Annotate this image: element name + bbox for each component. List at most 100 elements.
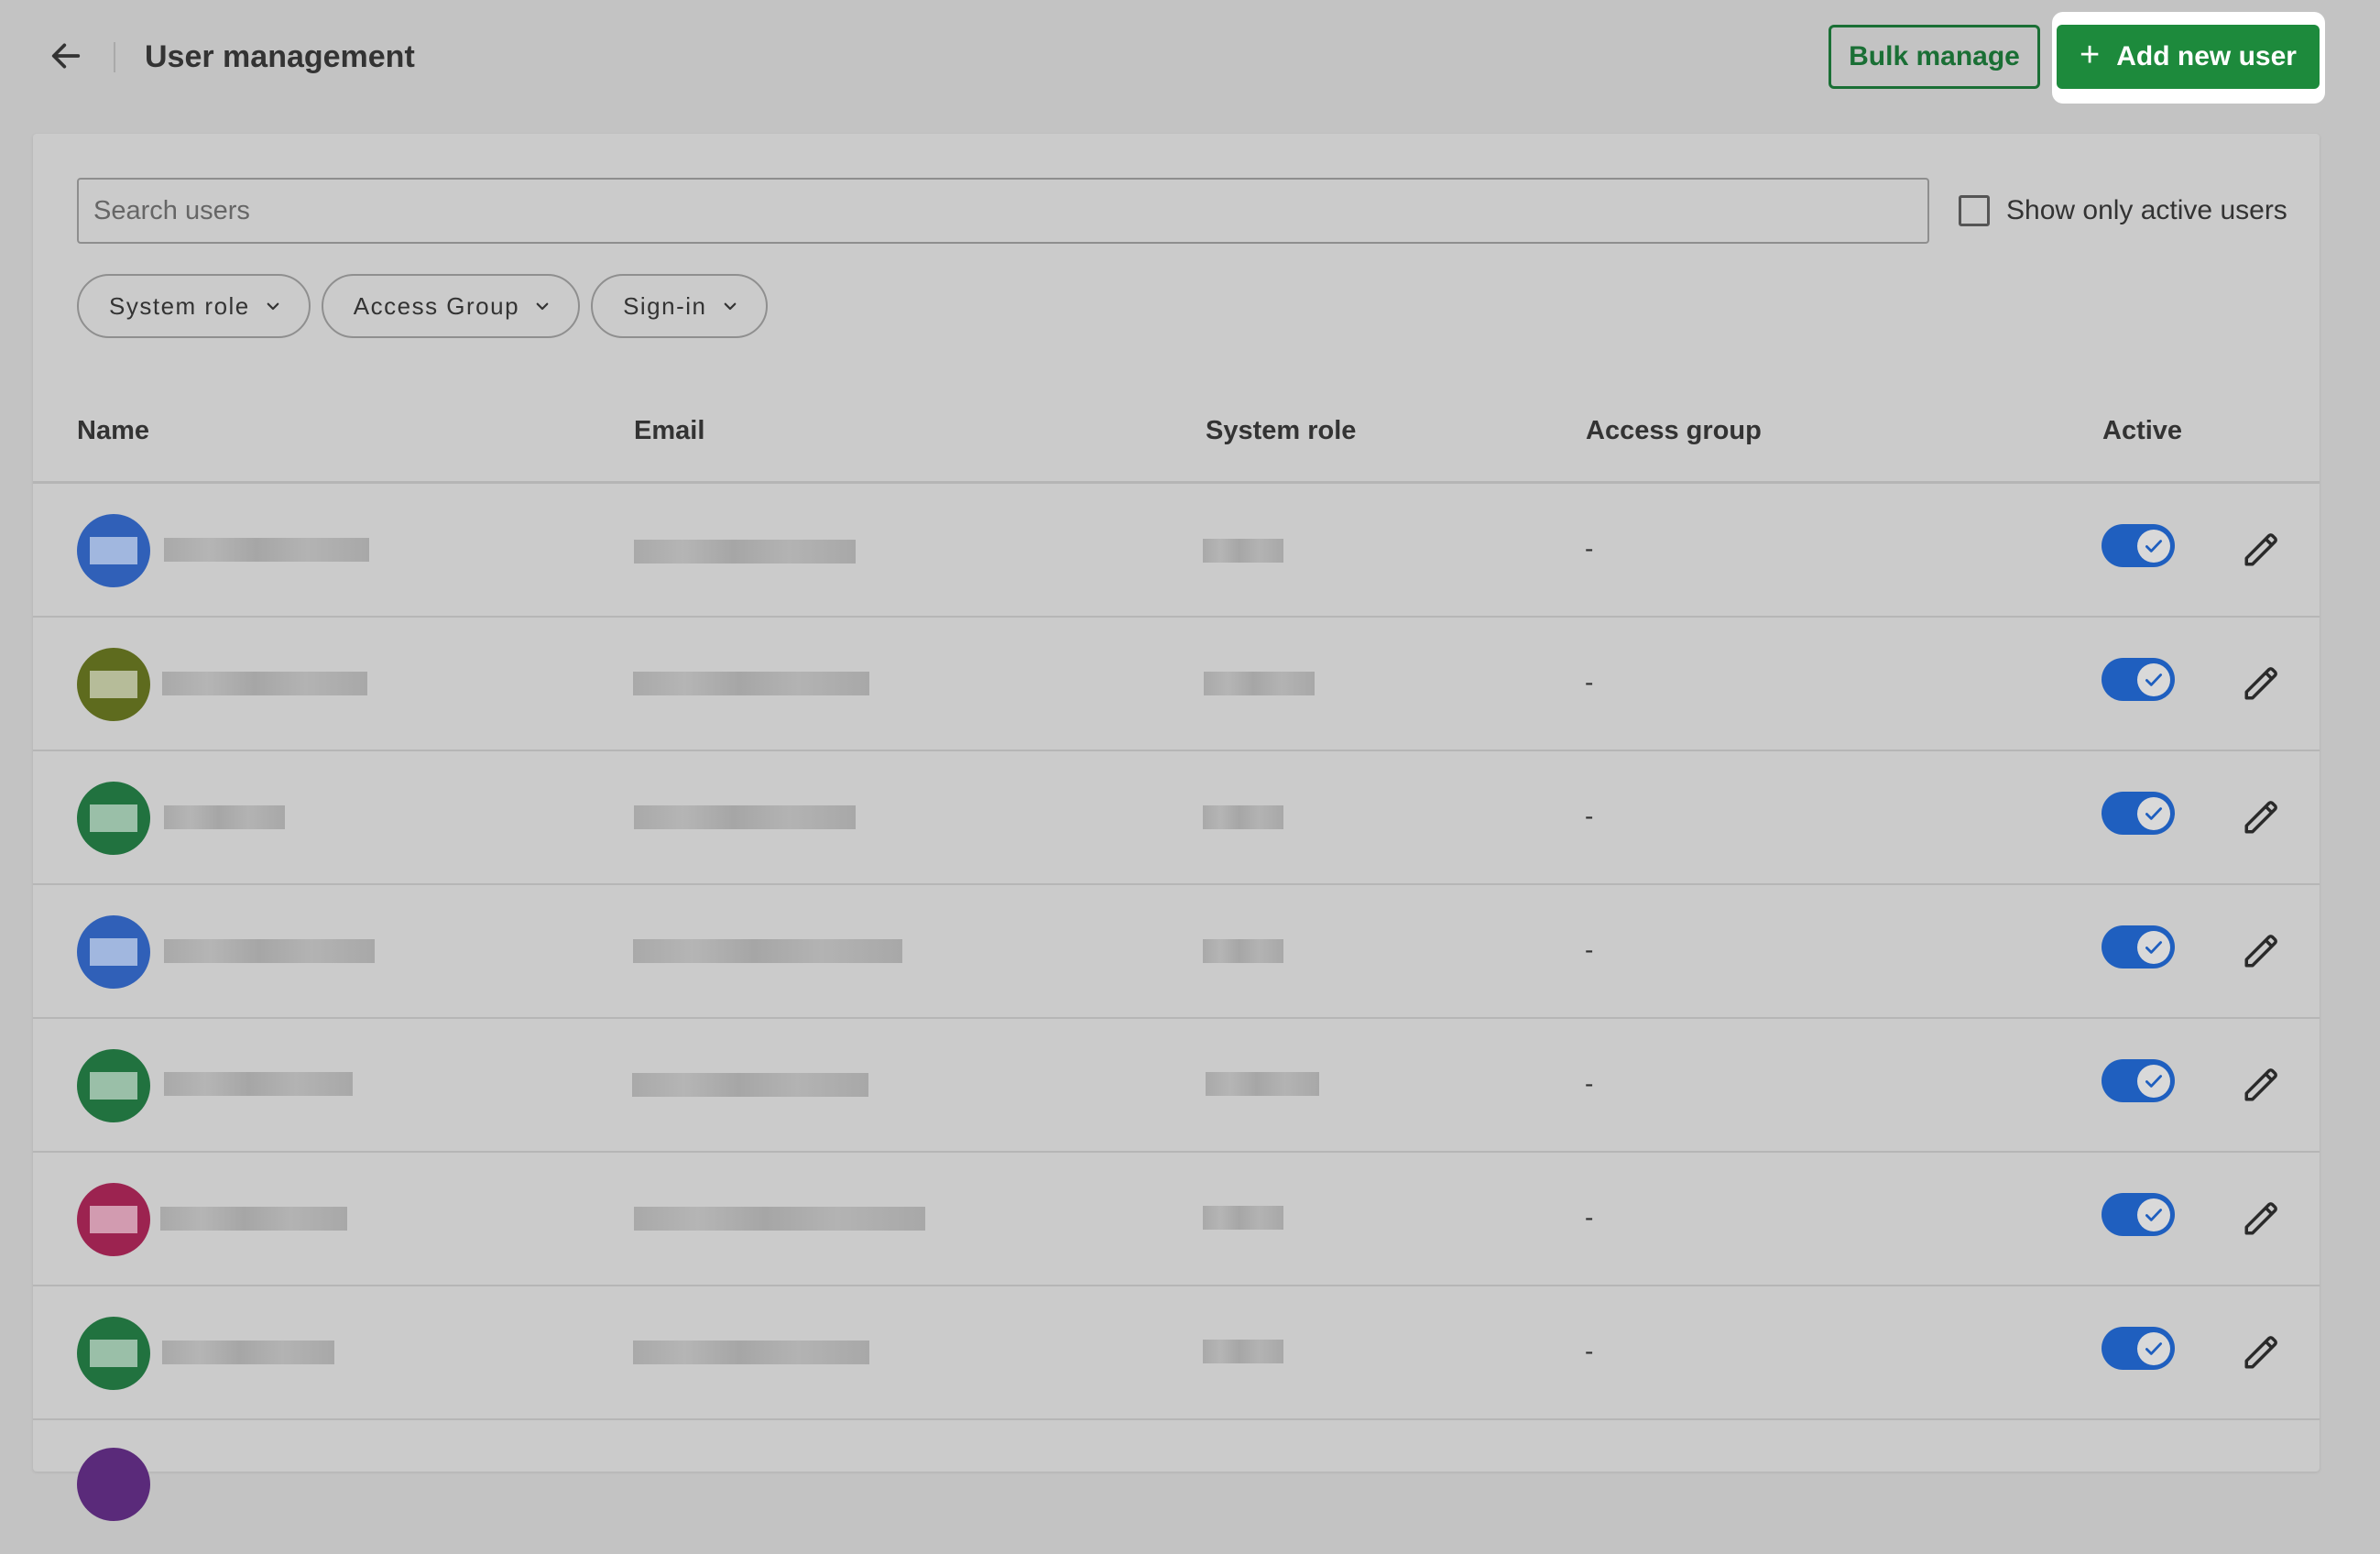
access-group-value: -: [1585, 1069, 1594, 1098]
search-input[interactable]: [77, 178, 1929, 244]
active-switch[interactable]: [2102, 1327, 2175, 1370]
pencil-icon: [2244, 533, 2277, 566]
user-email-redacted: [633, 939, 902, 963]
arrow-left-icon: [51, 43, 81, 69]
column-header-access-group[interactable]: Access group: [1586, 416, 1762, 446]
active-switch[interactable]: [2102, 1059, 2175, 1102]
filter-system-role[interactable]: System role: [77, 274, 311, 338]
page-title: User management: [145, 39, 415, 74]
avatar: [77, 1448, 150, 1521]
chevron-down-icon: [267, 302, 279, 311]
access-group-value: -: [1585, 936, 1594, 964]
user-email-redacted: [634, 1207, 925, 1231]
user-name-redacted: [164, 805, 285, 829]
check-icon: [2137, 663, 2170, 696]
filter-label: Access Group: [353, 291, 520, 320]
edit-user-button[interactable]: [2233, 656, 2288, 711]
check-icon: [2137, 1198, 2170, 1231]
chevron-down-icon: [724, 302, 736, 311]
user-role-redacted: [1203, 1340, 1283, 1363]
user-name-redacted: [164, 1072, 353, 1096]
access-group-value: -: [1585, 534, 1594, 563]
user-email-redacted: [632, 1073, 868, 1097]
access-group-value: -: [1585, 668, 1594, 696]
user-name-redacted: [160, 1207, 347, 1231]
edit-user-button[interactable]: [2233, 1325, 2288, 1380]
user-role-redacted: [1206, 1072, 1319, 1096]
avatar-initials-redacted: [90, 671, 137, 698]
pencil-icon: [2244, 1202, 2277, 1235]
check-icon: [2137, 797, 2170, 830]
access-group-value: -: [1585, 1203, 1594, 1231]
active-users-label: Show only active users: [2006, 195, 2287, 225]
user-role-redacted: [1203, 539, 1283, 563]
check-icon: [2137, 931, 2170, 964]
access-group-value: -: [1585, 1337, 1594, 1365]
avatar-initials-redacted: [90, 1340, 137, 1367]
avatar: [77, 915, 150, 989]
active-switch[interactable]: [2102, 1193, 2175, 1236]
active-switch[interactable]: [2102, 658, 2175, 701]
avatar-initials-redacted: [90, 804, 137, 832]
user-email-redacted: [634, 805, 856, 829]
user-role-redacted: [1204, 672, 1315, 695]
table-row[interactable]: -: [33, 1286, 2320, 1420]
table-row[interactable]: -: [33, 885, 2320, 1019]
filter-access-group[interactable]: Access Group: [321, 274, 581, 338]
column-header-active[interactable]: Active: [2102, 416, 2182, 446]
user-role-redacted: [1203, 1206, 1283, 1230]
user-name-redacted: [162, 672, 367, 695]
avatar: [77, 1049, 150, 1122]
active-switch[interactable]: [2102, 792, 2175, 835]
table-row[interactable]: -: [33, 618, 2320, 751]
active-switch[interactable]: [2102, 524, 2175, 567]
edit-user-button[interactable]: [2233, 1057, 2288, 1112]
active-users-checkbox[interactable]: [1959, 195, 1990, 226]
avatar: [77, 782, 150, 855]
avatar-initials-redacted: [90, 938, 137, 966]
edit-user-button[interactable]: [2233, 1191, 2288, 1246]
user-email-redacted: [633, 672, 869, 695]
pencil-icon: [2244, 801, 2277, 834]
user-name-redacted: [164, 538, 369, 562]
back-button[interactable]: [40, 30, 92, 82]
table-row[interactable]: [33, 1420, 2320, 1554]
user-email-redacted: [634, 540, 856, 564]
pencil-icon: [2244, 667, 2277, 700]
user-email-redacted: [633, 1341, 869, 1364]
pencil-icon: [2244, 1336, 2277, 1369]
check-icon: [2137, 1065, 2170, 1098]
active-switch[interactable]: [2102, 925, 2175, 969]
filter-label: System role: [109, 291, 250, 320]
column-header-system-role[interactable]: System role: [1206, 416, 1356, 446]
chevron-down-icon: [536, 302, 549, 311]
edit-user-button[interactable]: [2233, 522, 2288, 577]
table-row[interactable]: -: [33, 484, 2320, 618]
edit-user-button[interactable]: [2233, 790, 2288, 845]
plus-icon: +: [2080, 36, 2101, 74]
pencil-icon: [2244, 1068, 2277, 1101]
header-divider: [114, 42, 115, 72]
column-header-email[interactable]: Email: [634, 416, 704, 446]
table-row[interactable]: -: [33, 751, 2320, 885]
edit-user-button[interactable]: [2233, 924, 2288, 979]
avatar-initials-redacted: [90, 1206, 137, 1233]
add-new-user-button[interactable]: + Add new user: [2057, 25, 2320, 89]
avatar: [77, 1183, 150, 1256]
check-icon: [2137, 1332, 2170, 1365]
user-role-redacted: [1203, 805, 1283, 829]
avatar-initials-redacted: [90, 537, 137, 564]
add-new-user-label: Add new user: [2116, 41, 2297, 71]
table-row[interactable]: -: [33, 1019, 2320, 1153]
table-row[interactable]: -: [33, 1153, 2320, 1286]
check-icon: [2137, 530, 2170, 563]
user-name-redacted: [164, 939, 375, 963]
pencil-icon: [2244, 935, 2277, 968]
filter-sign-in[interactable]: Sign-in: [591, 274, 768, 338]
show-active-users-toggle[interactable]: Show only active users: [1959, 192, 2287, 229]
user-name-redacted: [162, 1341, 334, 1364]
bulk-manage-button[interactable]: Bulk manage: [1829, 25, 2040, 89]
column-header-name[interactable]: Name: [77, 416, 149, 446]
avatar: [77, 514, 150, 587]
avatar: [77, 1317, 150, 1390]
